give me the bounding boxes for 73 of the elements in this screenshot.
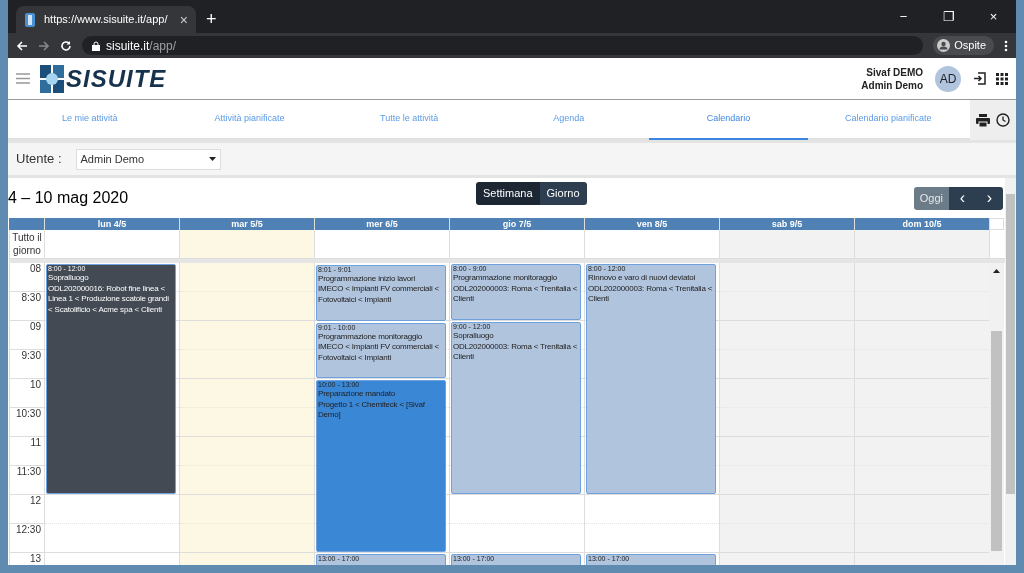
event-detail: IMECO < Impianti FV commerciali < Fotovoltaici < Impianti [318,342,440,364]
scroll-up-icon[interactable] [993,269,1000,273]
day-header: mer 6/5 [314,218,449,230]
event-detail: ODL202000003: Roma < Trenitalia < Clienti [588,283,714,305]
profile-chip[interactable]: Ospite [933,36,994,55]
event-title: Programmazione monitoraggio [453,273,558,284]
day-header: gio 7/5 [449,218,584,230]
url-path: /app/ [149,38,177,53]
new-tab-button[interactable]: + [206,10,217,28]
person-icon [937,39,951,52]
event-detail: ODL202000003: Roma < Trenitalia < Clienti [453,283,579,305]
next-button[interactable]: › [976,186,1003,210]
profile-name: Ospite [954,38,987,54]
url-host: sisuite.it [106,38,150,53]
apps-grid-icon[interactable] [996,72,1008,85]
view-button[interactable]: Giorno [539,182,587,205]
event-title: Sopralluogo [453,331,495,342]
event-title: Rinnovo e varo di nuovi deviatoi [588,273,696,284]
time-label: 10 [29,379,41,392]
logo-text: SISUITE [66,63,167,94]
scrollbar-thumb[interactable] [991,331,1002,551]
event-detail: IMECO < Impianti FV commerciali < Fotovoltaici < Impianti [318,284,440,306]
day-header: ven 8/5 [584,218,719,230]
time-label: 8:30 [21,292,41,305]
filter-label: Utente : [16,150,62,169]
close-tab-button[interactable]: × [179,12,188,27]
user-dropdown[interactable]: Admin Demo [75,148,221,170]
favicon-icon [24,12,36,27]
lock-icon [92,40,100,51]
all-day-label: Tutto il giorno [11,231,43,257]
forward-icon[interactable] [38,39,50,52]
event-detail: ODL202000003: Roma < Trenitalia < Clienti [453,341,579,363]
time-label: 10:30 [15,408,41,421]
header-corner [9,218,44,230]
close-button[interactable]: × [971,6,1016,27]
back-icon[interactable] [16,39,28,52]
day-header: dom 10/5 [854,218,989,230]
scrollbar-thumb[interactable] [1006,194,1015,494]
menu-icon[interactable] [1004,39,1008,52]
event-title: Preparazione mandato [318,389,396,400]
time-label: 09 [29,321,41,334]
previous-button[interactable]: ‹ [949,186,976,210]
address-bar[interactable]: sisuite.it/app/ [82,36,924,55]
logout-icon[interactable] [973,72,986,85]
time-label: 13 [29,553,41,565]
caret-icon [208,157,216,161]
event-title: Programmazione inizio lavori [318,273,417,285]
event-title: Sopralluogo [48,273,90,284]
day-header: mar 5/5 [179,218,314,230]
time-label: 12:30 [15,524,41,537]
view-button[interactable]: Settimana [476,182,540,205]
user-name: Admin Demo [861,78,923,92]
logo-icon [40,64,64,93]
time-label: 11:30 [16,466,41,479]
clock-icon[interactable] [996,113,1010,127]
time-label: 08 [29,263,41,276]
company-name: Sivaf DEMO [866,65,923,79]
user-avatar[interactable]: AD [935,65,961,92]
time-label: 12 [29,495,41,508]
day-header: lun 4/5 [44,218,179,230]
calendar-title: 4 – 10 mag 2020 [8,188,129,208]
minimize-button[interactable]: − [881,6,926,27]
restore-button[interactable]: ❐ [926,6,971,27]
print-icon[interactable] [976,113,990,127]
time-label: 11 [30,437,41,450]
tab-title: https://www.sisuite.it/app/ [44,12,169,28]
browser-tab[interactable]: https://www.sisuite.it/app/ × [16,6,196,33]
event-detail: Progetto 1 < Chemiteck < [Sivaf Demo] [318,399,426,421]
reload-icon[interactable] [60,39,72,52]
time-label: 9:30 [21,350,41,363]
event-title: Programmazione monitoraggio [318,331,423,343]
day-header: sab 9/5 [719,218,854,230]
event-detail: ODL202000016: Robot fine linea < Linea 1 < Produzione scatole grandi < Scatolificio < Acme spa < Clienti [48,283,170,315]
